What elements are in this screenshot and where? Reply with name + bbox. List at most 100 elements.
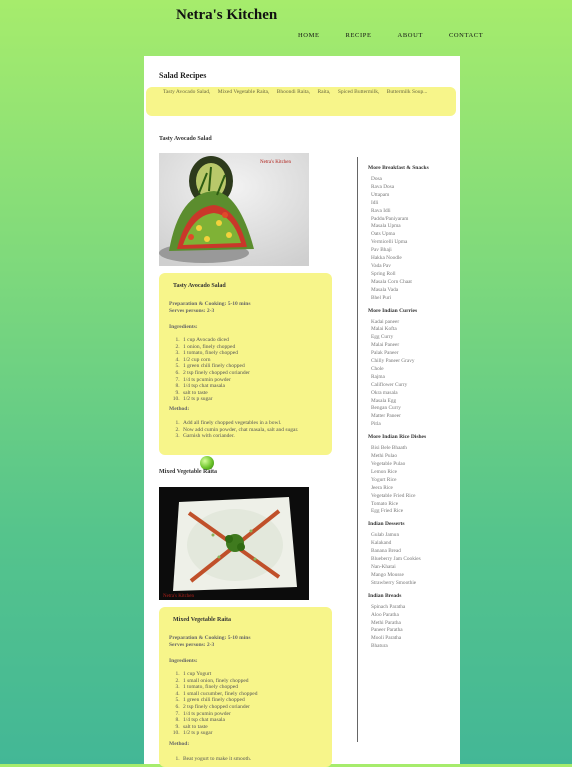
ingredient: 1 tomato, finely chopped [181,684,257,691]
ingredient: 1/4 ts pcumin powder [181,377,250,384]
serves: Serves persons: 2-3 [169,308,215,314]
ingredient: salt to taste [181,390,250,397]
ingredient: 1 green chili finely chopped [181,697,257,704]
sidebar-link[interactable]: Masala Corn Chaat [368,279,460,287]
recipe-link[interactable]: Mixed Vegetable Raita, [218,89,270,95]
ingredient: 1/2 ts p sugar [181,396,250,403]
sidebar-link[interactable]: Vegetable Fried Rice [368,493,460,501]
sidebar-link[interactable]: Spring Roll [368,271,460,279]
page-title: Salad Recipes [159,71,207,80]
card-title: Tasty Avocado Salad [173,283,226,289]
method-label: Method: [169,741,190,747]
sidebar-link[interactable]: Banana Bread [368,548,460,556]
recipe-link[interactable]: Buttermilk Soup... [387,89,428,95]
sidebar-link[interactable]: Vegetable Pulao [368,461,460,469]
ingredient: 1 tomato, finely chopped [181,350,250,357]
avocado-salad-photo: Netra's Kitchen [159,153,309,266]
sidebar-link[interactable]: Spinach Paratha [368,604,460,612]
sidebar-link[interactable]: Strawberry Smoothie [368,580,460,588]
card-title: Mixed Vegetable Raita [173,617,231,623]
sidebar-link[interactable]: Matter Paneer [368,413,460,421]
sidebar-link[interactable]: Rava Dosa [368,184,460,192]
sidebar-link[interactable]: Jeera Rice [368,485,460,493]
sidebar-link[interactable]: Uttapam [368,192,460,200]
photo-watermark: Netra's Kitchen [260,160,292,165]
sidebar-link[interactable]: Aloo Paratha [368,612,460,620]
method-list: Beat yogurt to make it smooth. [169,756,251,763]
sidebar-link[interactable]: Califlower Curry [368,382,460,390]
recipe-card: Tasty Avocado Salad Preparation & Cookin… [159,273,332,455]
nav-home[interactable]: HOME [298,32,320,39]
sidebar-link[interactable]: Bisi Bele Bhaath [368,445,460,453]
ingredient: 1/4 tsp chat masala [181,383,250,390]
sidebar-link[interactable]: Masala Upma [368,223,460,231]
sidebar-link[interactable]: Rava Idli [368,208,460,216]
sidebar-link[interactable]: Bhel Puri [368,295,460,303]
ingredients-label: Ingredients: [169,324,198,330]
ingredient: 1 cup Avocado diced [181,337,250,344]
recipe-link[interactable]: Raita, [317,89,330,95]
sidebar-link[interactable]: Kalakand [368,540,460,548]
sidebar-divider [357,157,358,742]
sidebar-link[interactable]: Rajma [368,374,460,382]
ingredients-list: 1 cup Avocado diced 1 onion, finely chop… [169,337,250,403]
recipe-title: Tasty Avocado Salad [159,136,212,142]
sidebar-link[interactable]: Methi Pulao [368,453,460,461]
method-step: Beat yogurt to make it smooth. [181,756,251,763]
sidebar-link[interactable]: Lemon Rice [368,469,460,477]
sidebar-link[interactable]: Nan-Khatai [368,564,460,572]
sidebar-link[interactable]: Masala Egg [368,398,460,406]
sidebar-link[interactable]: Tomato Rice [368,501,460,509]
method-step: Garnish with coriander. [181,433,298,440]
recipe-link[interactable]: Spiced Buttermilk, [338,89,380,95]
sidebar-link[interactable]: Malai Kofta [368,326,460,334]
sidebar: More Breakfast & Snacks Dosa Rava Dosa Utta… [368,165,460,651]
content-page: Salad Recipes Tasty Avocado Salad, Mixed… [144,56,460,767]
recipe-card: Mixed Vegetable Raita Preparation & Cook… [159,607,332,767]
sidebar-link[interactable]: Vermicelli Upma [368,239,460,247]
ingredients-label: Ingredients: [169,658,198,664]
sidebar-link[interactable]: Chilly Paneer Gravy [368,358,460,366]
recipe-link[interactable]: Bhoondi Raita, [277,89,310,95]
sidebar-link[interactable]: Pav Bhaji [368,247,460,255]
sidebar-link[interactable]: Vada Pav [368,263,460,271]
sidebar-link[interactable]: Bengan Curry [368,405,460,413]
method-label: Method: [169,406,190,412]
green-ball-icon [200,456,214,470]
sidebar-link[interactable]: Paneer Paratha [368,627,460,635]
sidebar-link[interactable]: Dosa [368,176,460,184]
sidebar-link[interactable]: Mango Mousse [368,572,460,580]
ingredient: 1/4 ts pcumin powder [181,711,257,718]
sidebar-link[interactable]: Bhatura [368,643,460,651]
sidebar-link[interactable]: Idli [368,200,460,208]
sidebar-link[interactable]: Paddu/Paniyaram [368,216,460,224]
sidebar-link[interactable]: Hakka Noodle [368,255,460,263]
sidebar-link[interactable]: Gulab Jamun [368,532,460,540]
site-title[interactable]: Netra's Kitchen [176,7,277,24]
sidebar-link[interactable]: Yogurt Rice [368,477,460,485]
sidebar-link[interactable]: Blueberry Jam Cookies [368,556,460,564]
nav-contact[interactable]: CONTACT [449,32,483,39]
sidebar-link[interactable]: Egg Curry [368,334,460,342]
recipe-link[interactable]: Tasty Avocado Salad, [163,89,210,95]
sidebar-link[interactable]: Okra masala [368,390,460,398]
ingredient: 1 cup Yogurt [181,671,257,678]
nav-about[interactable]: ABOUT [398,32,423,39]
sidebar-heading: Indian Desserts [368,521,405,528]
sidebar-link[interactable]: Chole [368,366,460,374]
sidebar-link[interactable]: Malai Paneer [368,342,460,350]
sidebar-heading: More Breakfast & Snacks [368,165,429,171]
nav-recipe[interactable]: RECIPE [346,32,372,39]
photo-watermark: Netra's Kitchen [163,594,195,599]
sidebar-heading: More Indian Rice Dishes [368,434,427,441]
sidebar-link[interactable]: Palak Paneer [368,350,460,358]
sidebar-link[interactable]: Masala Vada [368,287,460,295]
sidebar-link[interactable]: Pitla [368,421,460,429]
sidebar-heading: More Indian Curries [368,307,418,314]
sidebar-link[interactable]: Mooli Paratha [368,635,460,643]
sidebar-link[interactable]: Egg Fried Rice [368,508,460,516]
sidebar-link[interactable]: Methi Paratha [368,620,460,628]
prep-time: Preparation & Cooking: 5-10 mins [169,635,251,641]
sidebar-link[interactable]: Oats Upma [368,231,460,239]
prep-time: Preparation & Cooking: 5-10 mins [169,301,251,307]
